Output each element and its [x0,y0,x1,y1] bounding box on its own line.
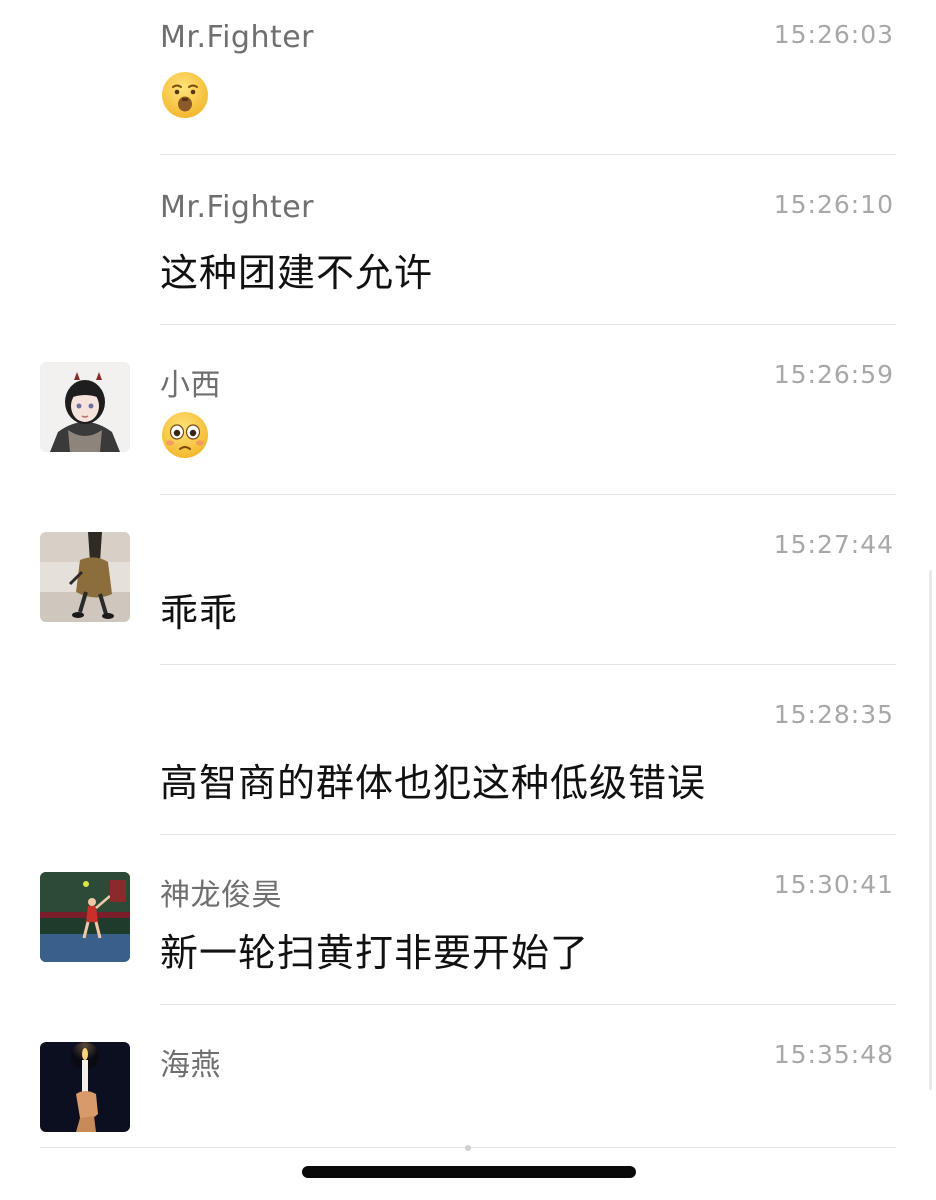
message-row[interactable]: Mr.Fighter 15:26:03 [0,0,936,170]
message-divider [160,154,896,155]
message-divider [160,664,896,665]
sender-name: Mr.Fighter [160,20,315,55]
message-text: 乖乖 [160,591,239,635]
zipper-mouth-face-icon [162,72,208,118]
walking-woman-avatar [40,532,130,622]
candle-hand-avatar [40,1042,130,1132]
page-indicator-dot [465,1145,471,1151]
message-row[interactable]: 15:28:35 高智商的群体也犯这种低级错误 [0,680,936,850]
message-row[interactable]: 15:27:44 乖乖 [0,510,936,680]
message-time: 15:28:35 [773,700,894,729]
message-time: 15:26:59 [773,360,894,389]
flushed-face-icon [162,412,208,458]
message-time: 15:26:10 [773,190,894,219]
avatar[interactable] [40,532,130,622]
message-time: 15:35:48 [773,1040,894,1069]
message-divider [160,494,896,495]
message-time: 15:26:03 [773,20,894,49]
message-text: 高智商的群体也犯这种低级错误 [160,761,707,805]
avatar[interactable] [40,1042,130,1132]
avatar[interactable] [40,362,130,452]
message-row[interactable]: 海燕 15:35:48 [0,1020,936,1190]
anime-girl-avatar [40,362,130,452]
message-row[interactable]: 神龙俊昊 15:30:41 新一轮扫黄打非要开始了 [0,850,936,1020]
home-indicator[interactable] [302,1166,636,1178]
avatar[interactable] [40,872,130,962]
scrollbar[interactable] [929,570,932,1090]
message-row[interactable]: Mr.Fighter 15:26:10 这种团建不允许 [0,170,936,340]
message-divider [160,1004,896,1005]
message-row[interactable]: 小西 15:26:59 [0,340,936,510]
sender-name: 小西 [160,368,221,403]
sender-name: 神龙俊昊 [160,878,282,913]
message-divider [160,324,896,325]
message-time: 15:30:41 [773,870,894,899]
chat-history-screen: Mr.Fighter 15:26:03 Mr.Fighter 15:26:10 … [0,0,936,1200]
message-divider [160,834,896,835]
tennis-player-avatar [40,872,130,962]
message-text: 这种团建不允许 [160,251,434,295]
message-time: 15:27:44 [773,530,894,559]
sender-name: 海燕 [160,1048,221,1083]
message-text: 新一轮扫黄打非要开始了 [160,931,590,975]
sender-name: Mr.Fighter [160,190,315,225]
